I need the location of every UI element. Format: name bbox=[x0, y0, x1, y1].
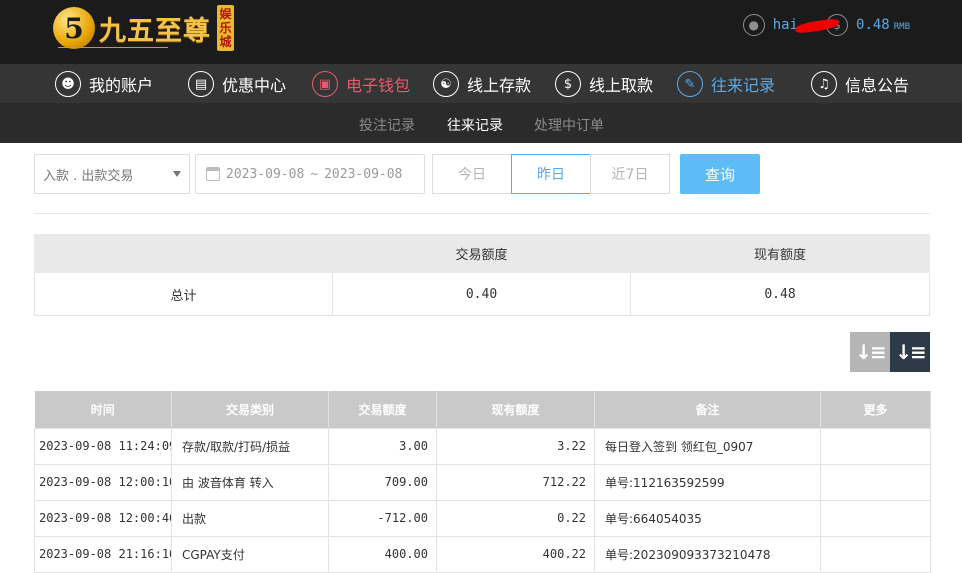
cell-time: 2023-09-08 21:16:16 bbox=[34, 535, 172, 573]
tab-pending-orders[interactable]: 处理中订单 bbox=[534, 115, 604, 135]
cell-balance: 400.22 bbox=[436, 535, 595, 573]
cell-balance: 3.22 bbox=[436, 427, 595, 465]
cell-amount: 3.00 bbox=[328, 427, 437, 465]
summary-total-label: 总计 bbox=[34, 272, 333, 316]
sort-ascending-button[interactable]: ↓≡ bbox=[850, 332, 890, 372]
table-row: 2023-09-08 21:16:16 CGPAY支付 400.00 400.2… bbox=[34, 535, 931, 573]
cell-type: CGPAY支付 bbox=[171, 535, 329, 573]
logo-ornament bbox=[58, 38, 168, 48]
sub-nav: 投注记录 往来记录 处理中订单 bbox=[0, 103, 962, 146]
col-header-note: 备注 bbox=[594, 391, 821, 428]
cell-time: 2023-09-08 11:24:09 bbox=[34, 427, 172, 465]
nav-item-my-account[interactable]: ☻ 我的账户 bbox=[55, 70, 153, 98]
cell-note: 单号:664054035 bbox=[594, 499, 821, 537]
table-row: 2023-09-08 11:24:09 存款/取款/打码/损益 3.00 3.2… bbox=[34, 427, 931, 465]
bell-icon: ♫ bbox=[811, 71, 837, 97]
col-header-amount: 交易额度 bbox=[328, 391, 437, 428]
query-button[interactable]: 查询 bbox=[680, 154, 760, 194]
main-nav: ☻ 我的账户 ▤ 优惠中心 ▣ 电子钱包 ☯ 线上存款 $ 线上取款 ✎ 往来记… bbox=[0, 64, 962, 103]
cell-amount: 709.00 bbox=[328, 463, 437, 501]
nav-item-deposit[interactable]: ☯ 线上存款 bbox=[433, 70, 531, 98]
sort-asc-icon: ↓≡ bbox=[855, 340, 886, 364]
gift-icon: ▤ bbox=[188, 71, 214, 97]
date-range-picker[interactable]: 2023-09-08 ~ 2023-09-08 bbox=[195, 154, 425, 194]
col-header-more: 更多 bbox=[820, 391, 931, 428]
table-row: 2023-09-08 12:00:46 出款 -712.00 0.22 单号:6… bbox=[34, 499, 931, 537]
cell-more[interactable] bbox=[820, 535, 931, 573]
nav-item-records[interactable]: ✎ 往来记录 bbox=[677, 70, 775, 98]
range-yesterday-button[interactable]: 昨日 bbox=[511, 154, 591, 194]
cell-amount: 400.00 bbox=[328, 535, 437, 573]
summary-header-current: 现有额度 bbox=[630, 234, 930, 273]
date-from: 2023-09-08 bbox=[226, 166, 305, 182]
date-separator: ~ bbox=[310, 166, 319, 182]
cell-type: 存款/取款/打码/损益 bbox=[171, 427, 329, 465]
cell-time: 2023-09-08 12:00:10 bbox=[34, 463, 172, 501]
user-icon: ● bbox=[742, 14, 765, 36]
range-today-button[interactable]: 今日 bbox=[432, 154, 512, 194]
range-7days-button[interactable]: 近7日 bbox=[590, 154, 670, 194]
nav-item-withdraw[interactable]: $ 线上取款 bbox=[555, 70, 653, 98]
cell-type: 由 波音体育 转入 bbox=[171, 463, 329, 501]
records-icon: ✎ bbox=[677, 71, 703, 97]
cell-note: 每日登入签到 领红包_0907 bbox=[594, 427, 821, 465]
cell-more[interactable] bbox=[820, 463, 931, 501]
table-row: 2023-09-08 12:00:10 由 波音体育 转入 709.00 712… bbox=[34, 463, 931, 501]
top-header: 5 九五至尊 娱 乐 城 ● hai $ 0.48RMB bbox=[0, 0, 962, 64]
user-area: ● hai $ 0.48RMB bbox=[742, 14, 910, 36]
cell-more[interactable] bbox=[820, 427, 931, 465]
transaction-type-select[interactable]: 入款 . 出款交易 bbox=[34, 154, 190, 194]
tab-transaction-records[interactable]: 往来记录 bbox=[447, 115, 503, 146]
nav-item-announcements[interactable]: ♫ 信息公告 bbox=[811, 70, 909, 98]
sort-desc-icon: ↓≡ bbox=[895, 340, 926, 364]
withdraw-icon: $ bbox=[555, 71, 581, 97]
wallet-icon: ▣ bbox=[312, 71, 338, 97]
col-header-time: 时间 bbox=[34, 391, 172, 428]
sort-descending-button[interactable]: ↓≡ bbox=[890, 332, 930, 372]
logo-badge: 娱 乐 城 bbox=[217, 5, 234, 51]
summary-header-blank bbox=[34, 234, 333, 273]
calendar-icon bbox=[206, 167, 220, 181]
deposit-icon: ☯ bbox=[433, 71, 459, 97]
balance: 0.48 RMB bbox=[856, 17, 910, 33]
user-icon: ☻ bbox=[55, 71, 81, 97]
date-to: 2023-09-08 bbox=[324, 166, 403, 182]
cell-time: 2023-09-08 12:00:46 bbox=[34, 499, 172, 537]
records-table: 时间 交易类别 交易额度 现有额度 备注 更多 2023-09-08 11:24… bbox=[34, 391, 931, 573]
cell-type: 出款 bbox=[171, 499, 329, 537]
summary-current-amount: 0.48 bbox=[630, 272, 930, 316]
nav-item-wallet[interactable]: ▣ 电子钱包 bbox=[312, 70, 410, 98]
cell-balance: 712.22 bbox=[436, 463, 595, 501]
summary-trade-amount: 0.40 bbox=[332, 272, 631, 316]
chevron-down-icon bbox=[173, 171, 181, 177]
cell-note: 单号:202309093373210478 bbox=[594, 535, 821, 573]
username[interactable]: hai bbox=[773, 17, 840, 35]
nav-item-promotions[interactable]: ▤ 优惠中心 bbox=[188, 70, 286, 98]
summary-table: 交易额度 现有额度 总计 0.40 0.48 bbox=[34, 234, 930, 316]
col-header-balance: 现有额度 bbox=[436, 391, 595, 428]
divider bbox=[34, 213, 930, 214]
col-header-type: 交易类别 bbox=[171, 391, 329, 428]
cell-amount: -712.00 bbox=[328, 499, 437, 537]
cell-more[interactable] bbox=[820, 499, 931, 537]
summary-header-trade: 交易额度 bbox=[332, 234, 631, 273]
cell-balance: 0.22 bbox=[436, 499, 595, 537]
cell-note: 单号:112163592599 bbox=[594, 463, 821, 501]
tab-bet-records[interactable]: 投注记录 bbox=[359, 115, 415, 135]
